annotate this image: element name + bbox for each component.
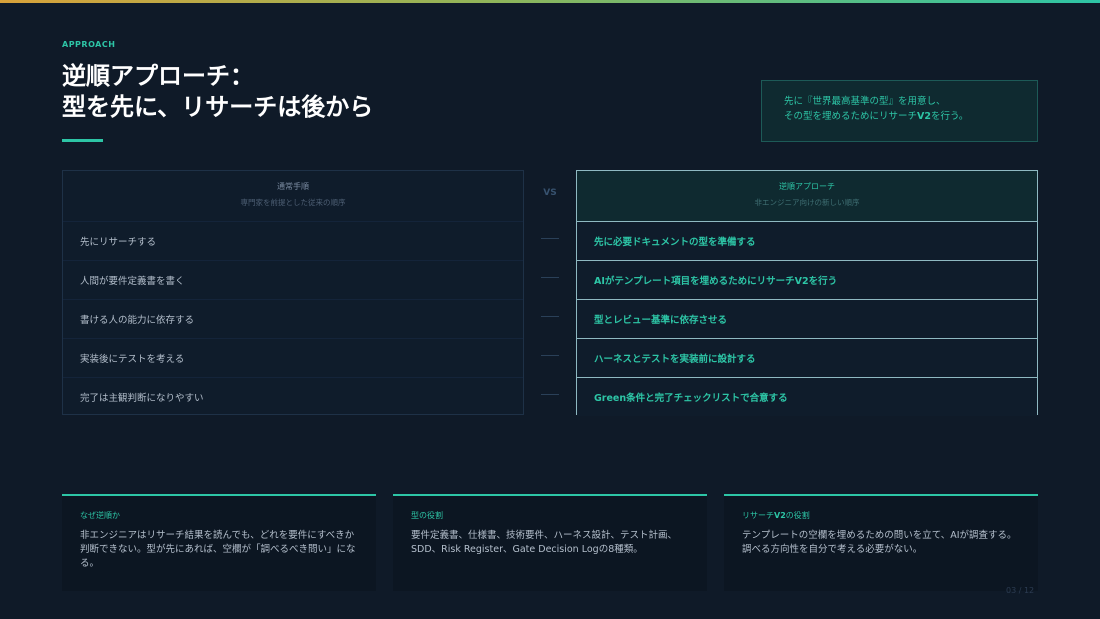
table-header: 通常手順 専門家を前提とした従来の順序 [63,171,523,221]
row-connector-dash [541,238,559,239]
top-accent-bar [0,0,1100,3]
row-connector-dash [541,316,559,317]
card-title: 型の役割 [411,511,443,520]
row-connector-dash [541,277,559,278]
page-number: 03 / 12 [1006,586,1035,595]
card-body: テンプレートの空欄を埋めるための問いを立て、AIが調査する。調べる方向性を自分で… [742,530,1017,555]
callout-line-2-post: を行う。 [930,111,969,122]
table-row: 先にリサーチする [63,221,523,260]
why-reverse-card: なぜ逆順か 非エンジニアはリサーチ結果を読んでも、どれを要件にすべきか判断できな… [62,494,376,591]
table-row: 人間が要件定義書を書く [63,260,523,299]
table-title: 通常手順 [277,182,309,191]
table-row: 実装後にテストを考える [63,338,523,377]
callout-line-2-bold: V2 [917,111,931,122]
research-v2-role-card: リサーチV2の役割 テンプレートの空欄を埋めるための問いを立て、AIが調査する。… [724,494,1038,591]
table-row: 型とレビュー基準に依存させる [577,299,1037,338]
page-title-line-1: 逆順アプローチ： [62,61,254,90]
card-title-pre: リサーチ [742,511,774,520]
card-body: 非エンジニアはリサーチ結果を読んでも、どれを要件にすべきか判断できない。型が先に… [80,530,356,569]
card-title: なぜ逆順か [80,511,120,520]
callout-line-1: 先に『世界最高基準の型』を用意し、 [784,96,946,107]
card-title-post: の役割 [785,511,810,520]
card-title: リサーチV2の役割 [742,510,1021,522]
card-body: 要件定義書、仕様書、技術要件、ハーネス設計、テスト計画、SDD、Risk Reg… [411,530,678,555]
page-title: 逆順アプローチ： 型を先に、リサーチは後から [62,60,373,122]
table-row: AIがテンプレート項目を埋めるためにリサーチV2を行う [577,260,1037,299]
row-connector-dash [541,394,559,395]
table-row: Green条件と完了チェックリストで合意する [577,377,1037,416]
table-row: ハーネスとテストを実装前に設計する [577,338,1037,377]
page-title-line-2: 型を先に、リサーチは後から [62,92,374,121]
template-role-card: 型の役割 要件定義書、仕様書、技術要件、ハーネス設計、テスト計画、SDD、Ris… [393,494,707,591]
table-header: 逆順アプローチ 非エンジニア向けの新しい順序 [577,171,1037,221]
key-message-callout: 先に『世界最高基準の型』を用意し、 その型を埋めるためにリサーチV2を行う。 [761,80,1038,142]
callout-line-2: その型を埋めるためにリサーチV2を行う。 [784,109,1037,124]
card-title-bold: V2 [774,511,786,520]
table-title: 逆順アプローチ [779,182,835,191]
table-row: 完了は主観判断になりやすい [63,377,523,416]
reverse-approach-table: 逆順アプローチ 非エンジニア向けの新しい順序 先に必要ドキュメントの型を準備する… [576,170,1038,416]
callout-line-2-pre: その型を埋めるためにリサーチ [784,111,918,122]
table-row: 先に必要ドキュメントの型を準備する [577,221,1037,260]
section-eyebrow: APPROACH [62,40,116,49]
conventional-procedure-table: 通常手順 専門家を前提とした従来の順序 先にリサーチする 人間が要件定義書を書く… [62,170,524,415]
vs-label: VS [543,188,557,198]
table-row: 書ける人の能力に依存する [63,299,523,338]
title-underline [62,139,103,142]
table-subtitle: 専門家を前提とした従来の順序 [240,198,346,207]
table-subtitle: 非エンジニア向けの新しい順序 [754,198,860,207]
row-connector-dash [541,355,559,356]
